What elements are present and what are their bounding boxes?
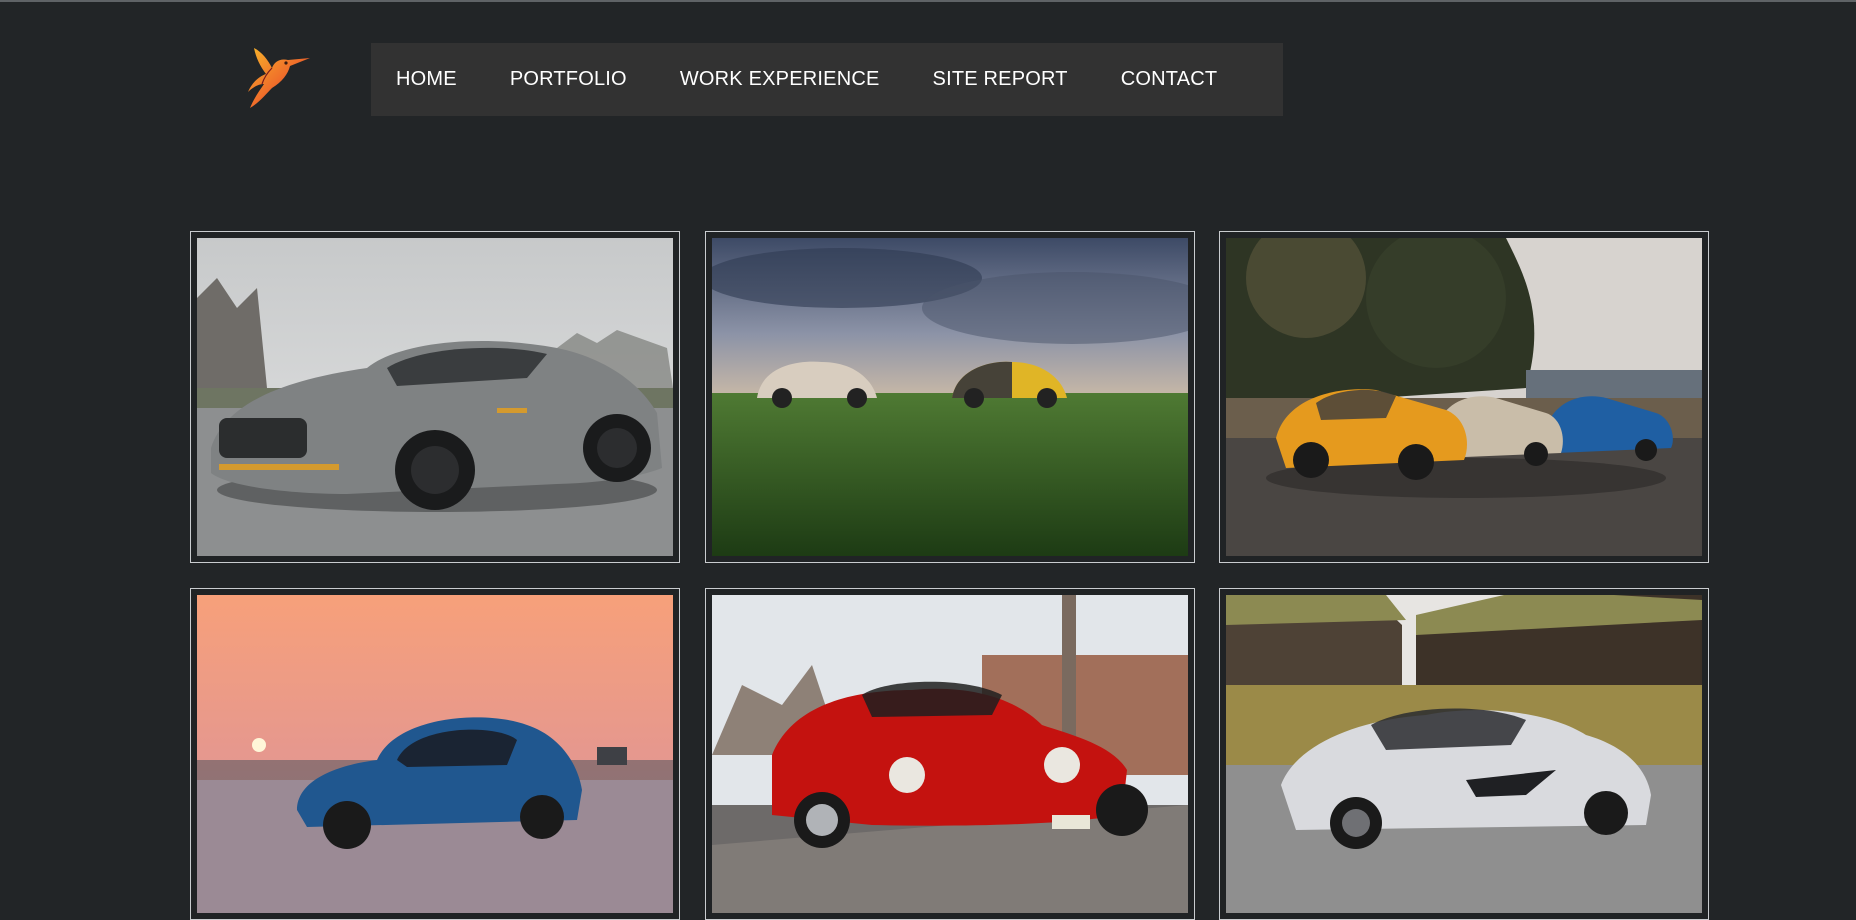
gallery-card-3[interactable]: [1219, 231, 1709, 563]
nav-work-experience[interactable]: WORK EXPERIENCE: [680, 68, 880, 91]
gallery-card-1[interactable]: [190, 231, 680, 563]
top-divider: [0, 0, 1856, 2]
blue-coupe-at-sunset-photo: [197, 595, 673, 913]
silver-sports-car-photo: [197, 238, 673, 556]
gallery-card-5[interactable]: [705, 588, 1195, 920]
nav-site-report[interactable]: SITE REPORT: [933, 68, 1068, 91]
nav-contact[interactable]: CONTACT: [1121, 68, 1218, 91]
gallery-card-6[interactable]: [1219, 588, 1709, 920]
main-nav: HOME PORTFOLIO WORK EXPERIENCE SITE REPO…: [371, 43, 1283, 116]
site-logo[interactable]: [244, 44, 314, 110]
red-classic-sports-car-photo: [712, 595, 1188, 913]
white-supercar-photo: [1226, 595, 1702, 913]
two-beetles-in-field-photo: [712, 238, 1188, 556]
gallery-card-4[interactable]: [190, 588, 680, 920]
three-classic-coupes-photo: [1226, 238, 1702, 556]
gallery-card-2[interactable]: [705, 231, 1195, 563]
hummingbird-icon: [248, 48, 310, 108]
nav-home[interactable]: HOME: [396, 68, 457, 91]
nav-portfolio[interactable]: PORTFOLIO: [510, 68, 627, 91]
